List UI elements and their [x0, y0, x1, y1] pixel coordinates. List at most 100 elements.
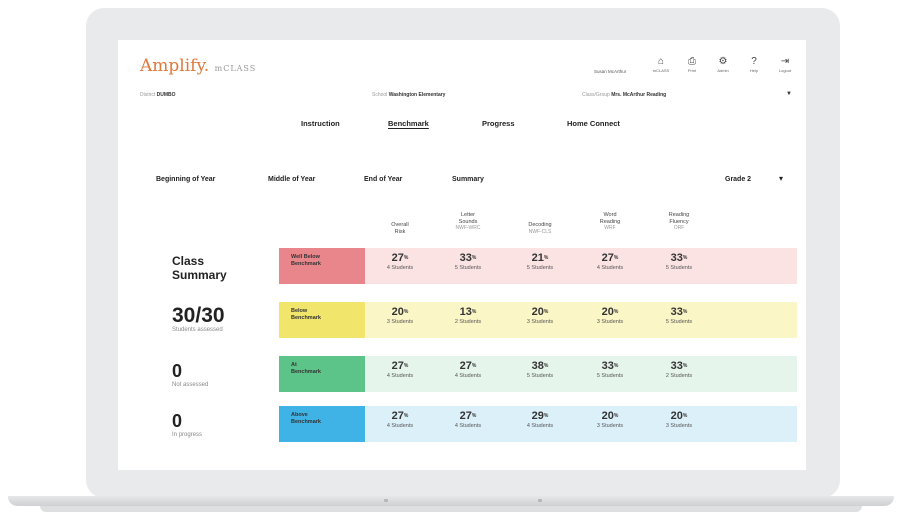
- percent-value: 27%: [584, 252, 636, 265]
- col-decoding[interactable]: Decoding NWF-CLS: [514, 222, 566, 235]
- col-overall-risk[interactable]: Overall Risk: [374, 222, 426, 235]
- benchmark-row[interactable]: Below Benchmark 20% 3 Students 13% 2 Students…: [279, 302, 797, 338]
- col-reading-fluency[interactable]: Reading Fluency ORF: [653, 212, 705, 232]
- percent-number: 33: [459, 252, 472, 264]
- class-label: Class/Group: [582, 92, 610, 98]
- student-count: 2 Students: [665, 373, 693, 379]
- tab-progress[interactable]: Progress: [482, 119, 515, 128]
- score-cell[interactable]: 20% 3 Students: [584, 306, 636, 326]
- percent-sign: %: [613, 363, 619, 369]
- benchmark-row[interactable]: At Benchmark 27% 4 Students 27% 4 Students 38%…: [279, 356, 797, 392]
- score-cell[interactable]: 33% 5 Students: [653, 252, 705, 272]
- score-cell[interactable]: 33% 5 Students: [442, 252, 494, 272]
- school-label: School: [372, 92, 388, 98]
- school-value: Washington Elementary: [388, 92, 446, 98]
- badge-label: Benchmark: [291, 261, 321, 267]
- tab-middle-of-year[interactable]: Middle of Year: [268, 176, 315, 183]
- score-cell[interactable]: 27% 4 Students: [374, 410, 426, 430]
- percent-value: 20%: [374, 306, 426, 319]
- percent-number: 27: [601, 252, 614, 264]
- col-measure: ORF: [673, 225, 685, 231]
- percent-value: 33%: [584, 360, 636, 373]
- percent-sign: %: [403, 255, 409, 261]
- user-name: Susan McArthur: [594, 69, 627, 74]
- percent-sign: %: [471, 309, 477, 315]
- score-cell[interactable]: 13% 2 Students: [442, 306, 494, 326]
- badge-label: Benchmark: [291, 419, 321, 425]
- score-cell[interactable]: 20% 3 Students: [653, 410, 705, 430]
- score-cell[interactable]: 20% 3 Students: [584, 410, 636, 430]
- topnav-help[interactable]: ? Help: [743, 56, 765, 73]
- percent-sign: %: [613, 255, 619, 261]
- district-selector[interactable]: District DUMBO: [140, 92, 176, 98]
- score-cell[interactable]: 33% 5 Students: [584, 360, 636, 380]
- score-cell[interactable]: 27% 4 Students: [374, 252, 426, 272]
- tab-summary[interactable]: Summary: [452, 176, 484, 183]
- summary-title-line: Class: [172, 254, 205, 268]
- logout-icon: ⇥: [780, 56, 790, 67]
- chevron-down-icon[interactable]: ▾: [779, 174, 783, 183]
- percent-number: 13: [459, 306, 472, 318]
- class-summary-title: Class Summary: [172, 254, 227, 282]
- app-logo[interactable]: Amplify. mCLASS: [140, 56, 256, 76]
- student-count: 3 Students: [596, 319, 624, 325]
- benchmark-row[interactable]: Well Below Benchmark 27% 4 Students 33% 5 Stu…: [279, 248, 797, 284]
- col-word-reading[interactable]: Word Reading WRF: [584, 212, 636, 232]
- logo-text: Amplify.: [140, 56, 210, 76]
- in-progress-count: 0: [172, 411, 183, 431]
- benchmark-row[interactable]: Above Benchmark 27% 4 Students 27% 4 Students…: [279, 406, 797, 442]
- topnav-home[interactable]: ⌂ mCLASS: [650, 56, 672, 73]
- admin-icon: ⚙: [718, 56, 728, 67]
- percent-value: 20%: [584, 306, 636, 319]
- percent-value: 20%: [514, 306, 566, 319]
- percent-value: 20%: [653, 410, 705, 423]
- percent-sign: %: [682, 363, 688, 369]
- topnav-logout[interactable]: ⇥ Logout: [774, 56, 796, 73]
- percent-sign: %: [403, 363, 409, 369]
- score-cell[interactable]: 27% 4 Students: [374, 360, 426, 380]
- grade-selector[interactable]: Grade 2: [725, 176, 751, 183]
- tab-beginning-of-year[interactable]: Beginning of Year: [156, 176, 215, 183]
- percent-value: 33%: [442, 252, 494, 265]
- topnav-admin[interactable]: ⚙ Admin: [712, 56, 734, 73]
- score-cell[interactable]: 21% 5 Students: [514, 252, 566, 272]
- topnav-print[interactable]: ⎙ Print: [681, 56, 703, 73]
- topnav-label: mCLASS: [652, 68, 670, 73]
- badge-label: Benchmark: [291, 315, 321, 321]
- student-count: 4 Students: [386, 373, 414, 379]
- student-count: 3 Students: [596, 423, 624, 429]
- percent-sign: %: [543, 363, 549, 369]
- student-count: 5 Students: [526, 265, 554, 271]
- percent-sign: %: [471, 413, 477, 419]
- percent-number: 33: [670, 360, 683, 372]
- student-count: 3 Students: [665, 423, 693, 429]
- tab-home-connect[interactable]: Home Connect: [567, 119, 620, 128]
- score-cell[interactable]: 27% 4 Students: [584, 252, 636, 272]
- tab-benchmark[interactable]: Benchmark: [388, 119, 429, 128]
- tab-end-of-year[interactable]: End of Year: [364, 176, 402, 183]
- school-selector[interactable]: School Washington Elementary: [372, 92, 445, 98]
- percent-sign: %: [403, 309, 409, 315]
- percent-number: 27: [391, 360, 404, 372]
- col-letter-sounds[interactable]: Letter Sounds NWF-WRC: [442, 212, 494, 232]
- score-cell[interactable]: 27% 4 Students: [442, 360, 494, 380]
- benchmark-level-badge: Below Benchmark: [279, 302, 365, 338]
- score-cell[interactable]: 38% 5 Students: [514, 360, 566, 380]
- score-cell[interactable]: 33% 2 Students: [653, 360, 705, 380]
- percent-number: 27: [459, 410, 472, 422]
- home-icon: ⌂: [657, 56, 665, 67]
- col-measure: NWF-WRC: [455, 225, 481, 231]
- class-selector[interactable]: Class/Group Mrs. McArthur Reading: [582, 92, 666, 98]
- score-cell[interactable]: 20% 3 Students: [374, 306, 426, 326]
- tab-instruction[interactable]: Instruction: [301, 119, 340, 128]
- score-cell[interactable]: 29% 4 Students: [514, 410, 566, 430]
- percent-number: 33: [601, 360, 614, 372]
- score-cell[interactable]: 20% 3 Students: [514, 306, 566, 326]
- student-count: 4 Students: [386, 265, 414, 271]
- chevron-down-icon[interactable]: ▼: [786, 91, 792, 97]
- score-cell[interactable]: 33% 5 Students: [653, 306, 705, 326]
- base-notch: [384, 499, 388, 502]
- in-progress: 0 In progress: [172, 410, 202, 438]
- student-count: 5 Students: [665, 265, 693, 271]
- score-cell[interactable]: 27% 4 Students: [442, 410, 494, 430]
